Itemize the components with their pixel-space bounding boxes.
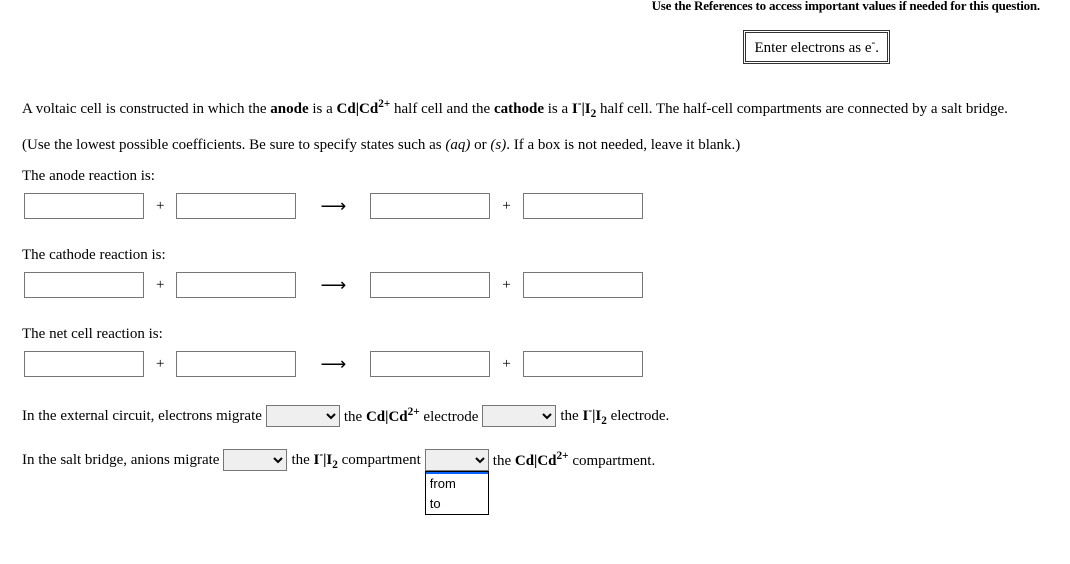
cathode-equation: + ⟶ + [24, 272, 1048, 298]
electron-direction-1-select[interactable] [266, 405, 340, 427]
dropdown-list-open[interactable]: from to [425, 471, 489, 515]
electron-migration-row: In the external circuit, electrons migra… [22, 405, 1048, 427]
electron-direction-2-select[interactable] [482, 405, 556, 427]
cathode-label: The cathode reaction is: [22, 247, 1048, 264]
hint-text-suffix: . [875, 40, 879, 56]
cathode-product-2[interactable] [523, 272, 643, 298]
cathode-reactant-1[interactable] [24, 272, 144, 298]
hint-box: Enter electrons as e-. [743, 30, 890, 64]
hint-text-prefix: Enter electrons as e [754, 40, 871, 56]
plus-sign: + [496, 277, 516, 294]
species-i: I-|I2 [572, 101, 596, 117]
arrow-icon: ⟶ [302, 275, 364, 296]
net-product-1[interactable] [370, 351, 490, 377]
dropdown-option-to[interactable]: to [426, 494, 488, 514]
plus-sign: + [496, 356, 516, 373]
anion-direction-1-select[interactable] [223, 449, 287, 471]
anode-reactant-2[interactable] [176, 193, 296, 219]
anode-reactant-1[interactable] [24, 193, 144, 219]
cathode-reactant-2[interactable] [176, 272, 296, 298]
arrow-icon: ⟶ [302, 354, 364, 375]
net-product-2[interactable] [523, 351, 643, 377]
arrow-icon: ⟶ [302, 196, 364, 217]
anode-equation: + ⟶ + [24, 193, 1048, 219]
question-content: A voltaic cell is constructed in which t… [0, 0, 1070, 471]
bold-cathode: cathode [494, 101, 544, 117]
question-paragraph: A voltaic cell is constructed in which t… [22, 95, 1048, 123]
net-reactant-1[interactable] [24, 351, 144, 377]
anion-migration-row: In the salt bridge, anions migrate the I… [22, 449, 1048, 471]
net-label: The net cell reaction is: [22, 326, 1048, 343]
plus-sign: + [150, 356, 170, 373]
net-reactant-2[interactable] [176, 351, 296, 377]
plus-sign: + [150, 198, 170, 215]
plus-sign: + [150, 277, 170, 294]
bold-anode: anode [270, 101, 308, 117]
cathode-product-1[interactable] [370, 272, 490, 298]
anode-product-1[interactable] [370, 193, 490, 219]
dropdown-option-from[interactable]: from [426, 474, 488, 494]
anode-label: The anode reaction is: [22, 168, 1048, 185]
net-equation: + ⟶ + [24, 351, 1048, 377]
page-header-cutoff: Use the References to access important v… [652, 0, 1040, 14]
plus-sign: + [496, 198, 516, 215]
instruction-paragraph: (Use the lowest possible coefficients. B… [22, 137, 1048, 154]
anion-direction-2-select[interactable] [425, 449, 489, 471]
anode-product-2[interactable] [523, 193, 643, 219]
species-cd: Cd|Cd2+ [337, 101, 391, 117]
